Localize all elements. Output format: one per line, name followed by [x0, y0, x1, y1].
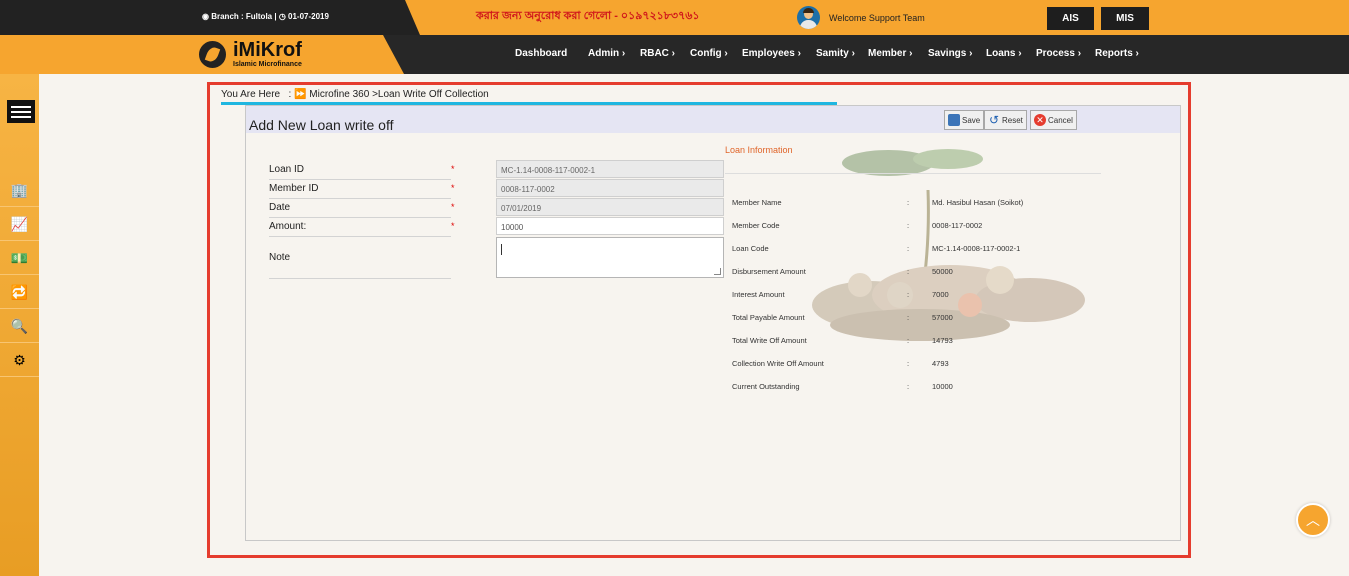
loan-info-title: Loan Information — [725, 145, 793, 155]
date-field[interactable]: 07/01/2019 — [496, 198, 724, 216]
save-label: Save — [962, 115, 981, 125]
required-mark: * — [451, 202, 455, 212]
nav-samity[interactable]: Samity › — [816, 48, 855, 59]
logo-name[interactable]: iMiKrof — [233, 39, 302, 62]
loan-id-label: Loan ID — [269, 164, 305, 175]
row-divider — [269, 217, 451, 218]
nav-savings[interactable]: Savings › — [928, 48, 972, 59]
info-label: Loan Code — [732, 244, 769, 253]
info-value: 50000 — [932, 267, 953, 276]
info-label: Member Name — [732, 198, 782, 207]
mis-button[interactable]: MIS — [1101, 7, 1149, 30]
note-label: Note — [269, 252, 291, 263]
info-value: MC-1.14-0008-117-0002-1 — [932, 244, 1021, 253]
clock-icon: ◷ — [278, 12, 286, 21]
info-colon: : — [907, 313, 910, 322]
user-avatar-icon[interactable] — [797, 6, 820, 29]
info-value: 10000 — [932, 382, 953, 391]
reset-button[interactable]: ↺ Reset — [984, 110, 1027, 130]
double-arrow-icon: ⏩ — [294, 89, 307, 100]
chevron-up-icon: ︿ — [1306, 512, 1320, 528]
info-colon: : — [907, 382, 910, 391]
nav-rbac[interactable]: RBAC › — [640, 48, 675, 59]
info-label: Member Code — [732, 221, 780, 230]
info-label: Total Payable Amount — [732, 313, 805, 322]
nav-process[interactable]: Process › — [1036, 48, 1081, 59]
info-value: 4793 — [932, 359, 949, 368]
info-value: 14793 — [932, 336, 953, 345]
info-colon: : — [907, 336, 910, 345]
info-colon: : — [907, 267, 910, 276]
current-date: 01-07-2019 — [288, 12, 329, 21]
amount-label: Amount: — [269, 221, 307, 232]
floppy-icon — [948, 114, 960, 126]
nav-dashboard[interactable]: Dashboard — [515, 48, 567, 59]
notice-marquee: করার জন্য অনুরোধ করা গেলো - ০১৯৭২১৮৩৭৬১ — [476, 10, 700, 22]
info-colon: : — [907, 244, 910, 253]
ais-button[interactable]: AIS — [1047, 7, 1094, 30]
transfer-icon[interactable]: 🔁 — [0, 276, 39, 309]
nav-employees[interactable]: Employees › — [742, 48, 801, 59]
info-label: Interest Amount — [732, 290, 785, 299]
info-label: Disbursement Amount — [732, 267, 806, 276]
required-mark: * — [451, 221, 455, 231]
required-mark: * — [451, 164, 455, 174]
amount-input[interactable]: 10000 — [496, 217, 724, 235]
member-id-field[interactable]: 0008-117-0002 — [496, 179, 724, 197]
note-textarea[interactable] — [496, 237, 724, 278]
cancel-label: Cancel — [1048, 115, 1073, 125]
info-colon: : — [907, 221, 910, 230]
settings-icon[interactable]: ⚙ — [0, 344, 39, 377]
form-title: Add New Loan write off — [249, 117, 394, 133]
breadcrumb-path[interactable]: Microfine 360 >Loan Write Off Collection — [309, 89, 488, 100]
nav-member[interactable]: Member › — [868, 48, 912, 59]
info-colon: : — [907, 198, 910, 207]
menu-toggle-icon[interactable] — [7, 100, 35, 123]
info-label: Current Outstanding — [732, 382, 800, 391]
cancel-x-icon: ✕ — [1034, 114, 1046, 126]
breadcrumb-underline — [221, 102, 837, 105]
nav-loans[interactable]: Loans › — [986, 48, 1022, 59]
cancel-button[interactable]: ✕ Cancel — [1030, 110, 1077, 130]
breadcrumb-prefix: You Are Here — [221, 89, 281, 100]
branch-info: ◉ Branch : Fultola | ◷ 01-07-2019 — [202, 12, 329, 21]
info-value: 57000 — [932, 313, 953, 322]
logo-icon[interactable] — [197, 39, 228, 70]
building-icon[interactable]: 🏢 — [0, 174, 39, 207]
info-label: Collection Write Off Amount — [732, 359, 824, 368]
scroll-to-top-button[interactable]: ︿ — [1296, 503, 1330, 537]
chart-icon[interactable]: 📈 — [0, 208, 39, 241]
row-divider — [269, 236, 451, 237]
cash-icon[interactable]: 💵 — [0, 242, 39, 275]
info-colon: : — [907, 290, 910, 299]
date-label: Date — [269, 202, 291, 213]
undo-icon: ↺ — [988, 113, 1000, 127]
info-value: 0008-117-0002 — [932, 221, 983, 230]
welcome-text: Welcome Support Team — [829, 13, 925, 23]
nav-reports[interactable]: Reports › — [1095, 48, 1139, 59]
row-divider — [269, 198, 451, 199]
info-value: 7000 — [932, 290, 949, 299]
save-button[interactable]: Save — [944, 110, 985, 130]
breadcrumb-separator: : — [282, 89, 292, 100]
globe-icon: ◉ — [202, 12, 209, 21]
breadcrumb: You Are Here : ⏩ Microfine 360 >Loan Wri… — [221, 89, 489, 100]
loan-info-divider — [725, 173, 1101, 174]
row-divider — [269, 179, 451, 180]
info-label: Total Write Off Amount — [732, 336, 807, 345]
search-report-icon[interactable]: 🔍 — [0, 310, 39, 343]
info-value: Md. Hasibul Hasan (Soikot) — [932, 198, 1024, 207]
row-divider — [269, 278, 451, 279]
nav-admin[interactable]: Admin › — [588, 48, 625, 59]
loan-id-field[interactable]: MC-1.14-0008-117-0002-1 — [496, 160, 724, 178]
member-id-label: Member ID — [269, 183, 319, 194]
logo-tagline: Islamic Microfinance — [233, 61, 302, 68]
required-mark: * — [451, 183, 455, 193]
nav-config[interactable]: Config › — [690, 48, 728, 59]
info-colon: : — [907, 359, 910, 368]
branch-label: Branch : Fultola | — [211, 12, 277, 21]
reset-label: Reset — [1002, 115, 1023, 125]
